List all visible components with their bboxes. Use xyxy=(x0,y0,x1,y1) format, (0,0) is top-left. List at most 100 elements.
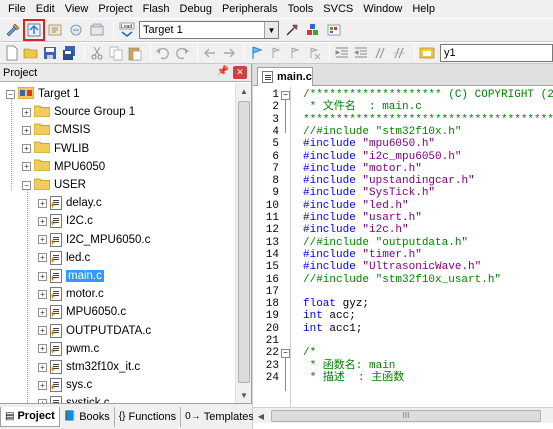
menu-view[interactable]: View xyxy=(60,0,94,18)
unindent-icon[interactable] xyxy=(353,44,369,62)
expand-icon[interactable]: + xyxy=(38,362,47,372)
tree-file[interactable]: + main.c xyxy=(38,267,104,285)
tree-file[interactable]: + pwm.c xyxy=(38,340,99,358)
menu-flash[interactable]: Flash xyxy=(138,0,175,18)
tree-folder[interactable]: − USER xyxy=(22,176,86,194)
next-bookmark-icon[interactable] xyxy=(287,44,303,62)
tab-templates[interactable]: 0→ Templates xyxy=(181,406,259,427)
expand-icon[interactable]: + xyxy=(22,144,31,154)
expand-icon[interactable]: + xyxy=(38,307,47,317)
load-icon[interactable]: Load xyxy=(118,21,136,39)
line-number: 22 xyxy=(265,347,279,360)
compile-icon[interactable] xyxy=(4,21,22,39)
find-in-files-icon[interactable] xyxy=(419,44,435,62)
expand-icon[interactable]: + xyxy=(38,326,47,336)
c-file-icon xyxy=(50,250,62,265)
copy-icon[interactable] xyxy=(108,44,124,62)
tree-file[interactable]: + motor.c xyxy=(38,285,104,303)
tab-books[interactable]: 📘 Books xyxy=(60,406,115,427)
tree-file[interactable]: +systick.c xyxy=(38,394,109,403)
new-file-icon[interactable] xyxy=(4,44,20,62)
tab-functions[interactable]: {} Functions xyxy=(115,406,182,427)
tree-file[interactable]: + I2C_MPU6050.c xyxy=(38,231,150,249)
expand-icon[interactable]: + xyxy=(38,253,47,263)
target-select[interactable]: Target 1 ▼ xyxy=(139,21,279,39)
tree-file[interactable]: + stm32f10x_it.c xyxy=(38,358,140,376)
cut-icon[interactable] xyxy=(89,44,105,62)
uncomment-selection-icon[interactable] xyxy=(391,44,407,62)
expand-icon[interactable]: + xyxy=(38,198,47,208)
editor-horizontal-scrollbar[interactable]: ◀ III xyxy=(253,407,553,423)
scroll-down-icon[interactable]: ▼ xyxy=(236,387,252,403)
menu-debug[interactable]: Debug xyxy=(175,0,217,18)
expand-icon[interactable]: + xyxy=(38,216,47,226)
target-icon xyxy=(17,86,38,102)
tree-folder[interactable]: + CMSIS xyxy=(22,121,90,139)
menu-edit[interactable]: Edit xyxy=(31,0,60,18)
code-token: "i2c.h" xyxy=(362,224,409,237)
build-icon[interactable] xyxy=(46,21,64,39)
tree-file[interactable]: + MPU6050.c xyxy=(38,303,126,321)
pin-icon[interactable]: 📌 xyxy=(217,66,229,77)
scroll-thumb[interactable] xyxy=(238,101,250,383)
tab-project[interactable]: ▤ Project xyxy=(0,406,60,427)
expand-icon[interactable]: + xyxy=(38,271,47,281)
save-icon[interactable] xyxy=(42,44,58,62)
redo-icon[interactable] xyxy=(174,44,190,62)
expand-icon[interactable]: + xyxy=(22,162,31,172)
tree-target[interactable]: − Target 1 xyxy=(6,85,80,103)
tree-file[interactable]: + led.c xyxy=(38,249,90,267)
manage-components-icon[interactable] xyxy=(304,21,322,39)
comment-selection-icon[interactable] xyxy=(372,44,388,62)
hscroll-thumb[interactable]: III xyxy=(271,410,541,422)
scroll-left-icon[interactable]: ◀ xyxy=(253,408,269,424)
translate-icon[interactable] xyxy=(23,19,45,41)
previous-bookmark-icon[interactable] xyxy=(268,44,284,62)
fold-toggle-icon[interactable]: − xyxy=(281,90,290,100)
batch-build-icon[interactable] xyxy=(88,21,106,39)
expand-icon[interactable]: + xyxy=(38,289,47,299)
save-all-icon[interactable] xyxy=(61,44,77,62)
clear-bookmarks-icon[interactable] xyxy=(306,44,322,62)
open-file-icon[interactable] xyxy=(23,44,39,62)
menu-peripherals[interactable]: Peripherals xyxy=(217,0,283,18)
tree-file[interactable]: + OUTPUTDATA.c xyxy=(38,322,151,340)
bookmark-icon[interactable] xyxy=(249,44,265,62)
close-icon[interactable]: ✕ xyxy=(233,66,247,79)
target-options-icon[interactable] xyxy=(283,21,301,39)
tree-file[interactable]: + sys.c xyxy=(38,376,92,394)
tree-folder[interactable]: + MPU6050 xyxy=(22,158,105,176)
tree-folder[interactable]: + FWLIB xyxy=(22,140,89,158)
undo-icon[interactable] xyxy=(155,44,171,62)
navigate-forward-icon[interactable] xyxy=(221,44,237,62)
fold-toggle-icon[interactable]: − xyxy=(281,348,290,358)
editor-tab-main-c[interactable]: main.c xyxy=(257,67,313,86)
tree-file[interactable]: + I2C.c xyxy=(38,212,93,230)
rebuild-icon[interactable] xyxy=(67,21,85,39)
tree-scrollbar[interactable]: ▲ ▼ xyxy=(235,83,251,403)
navigate-back-icon[interactable] xyxy=(202,44,218,62)
expand-icon[interactable]: + xyxy=(38,235,47,245)
code-area[interactable]: 1−/******************** (C) COPYRIGHT (2… xyxy=(253,87,553,407)
tree-file[interactable]: + delay.c xyxy=(38,194,102,212)
line-number: 10 xyxy=(265,199,279,212)
indent-icon[interactable] xyxy=(334,44,350,62)
collapse-icon[interactable]: − xyxy=(6,89,15,99)
menu-window[interactable]: Window xyxy=(358,0,407,18)
expand-icon[interactable]: + xyxy=(38,380,47,390)
scroll-up-icon[interactable]: ▲ xyxy=(236,83,252,99)
chevron-down-icon[interactable]: ▼ xyxy=(264,22,278,38)
menu-tools[interactable]: Tools xyxy=(283,0,319,18)
find-input[interactable]: y1 xyxy=(440,44,553,62)
menu-project[interactable]: Project xyxy=(93,0,137,18)
expand-icon[interactable]: + xyxy=(38,344,47,354)
menu-file[interactable]: File xyxy=(3,0,31,18)
paste-icon[interactable] xyxy=(127,44,143,62)
tree-folder[interactable]: + Source Group 1 xyxy=(22,103,135,121)
menu-svcs[interactable]: SVCS xyxy=(318,0,358,18)
expand-icon[interactable]: + xyxy=(22,107,31,117)
expand-icon[interactable]: + xyxy=(22,125,31,135)
collapse-icon[interactable]: − xyxy=(22,180,31,190)
menu-help[interactable]: Help xyxy=(407,0,440,18)
pack-installer-icon[interactable] xyxy=(325,21,343,39)
